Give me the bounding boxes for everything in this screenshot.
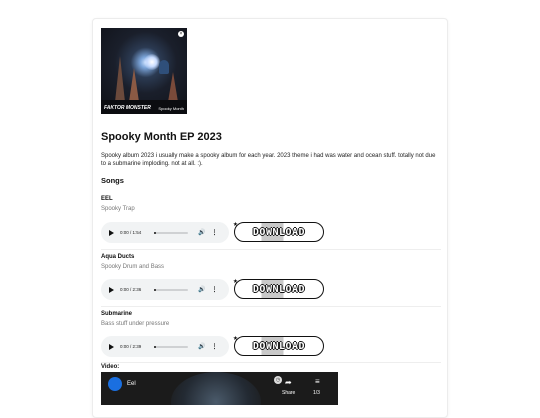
seek-progress bbox=[154, 231, 156, 234]
player-time: 0:00 / 2:36 bbox=[120, 287, 142, 292]
video-thumbnail bbox=[171, 372, 261, 405]
divider bbox=[101, 362, 441, 363]
play-icon[interactable] bbox=[109, 286, 114, 293]
cover-spike bbox=[129, 68, 139, 102]
divider bbox=[101, 306, 441, 307]
cover-spike bbox=[168, 72, 178, 102]
share-label[interactable]: Share bbox=[282, 390, 295, 396]
star-icon: ★ bbox=[233, 219, 239, 228]
volume-icon[interactable]: 🔊 bbox=[198, 343, 205, 350]
share-icon[interactable]: ➦ bbox=[285, 378, 292, 387]
download-label: DOWNLOAD bbox=[252, 283, 306, 295]
seek-slider[interactable] bbox=[154, 231, 188, 234]
channel-avatar[interactable] bbox=[108, 377, 122, 391]
download-button[interactable]: ★ DOWNLOAD bbox=[233, 333, 324, 356]
volume-icon[interactable]: 🔊 bbox=[198, 229, 205, 236]
volume-icon[interactable]: 🔊 bbox=[198, 286, 205, 293]
song-title: Submarine bbox=[101, 311, 133, 317]
seek-progress bbox=[154, 345, 156, 348]
divider bbox=[101, 249, 441, 250]
seek-progress bbox=[154, 288, 156, 291]
song-title: Aqua Ducts bbox=[101, 254, 135, 260]
song-title: EEL bbox=[101, 196, 113, 202]
cover-figure bbox=[159, 60, 169, 74]
download-label: DOWNLOAD bbox=[252, 226, 306, 238]
clock-icon[interactable]: ◷ bbox=[274, 376, 282, 384]
seek-slider[interactable] bbox=[154, 345, 188, 348]
more-vert-icon[interactable]: ⋮ bbox=[211, 229, 217, 236]
album-description: Spooky album 2023 i usually make a spook… bbox=[101, 153, 436, 167]
video-label: Video: bbox=[101, 364, 120, 370]
song-genre: Spooky Drum and Bass bbox=[101, 264, 165, 270]
more-vert-icon[interactable]: ⋮ bbox=[211, 286, 217, 293]
play-icon[interactable] bbox=[109, 343, 114, 350]
cover-brand-right: Spooky Month bbox=[158, 106, 184, 111]
video-embed[interactable]: Eel ◷ ➦ Share ≡ 1/3 bbox=[101, 372, 338, 405]
download-button[interactable]: ★ DOWNLOAD bbox=[233, 219, 324, 242]
album-cover-image: FAKTOR MONSTER Spooky Month × bbox=[101, 28, 187, 114]
star-icon: ★ bbox=[233, 333, 239, 342]
download-label: DOWNLOAD bbox=[252, 340, 306, 352]
play-icon[interactable] bbox=[109, 229, 114, 236]
cover-brand-left: FAKTOR MONSTER bbox=[104, 105, 151, 111]
playlist-icon[interactable]: ≡ bbox=[315, 377, 320, 386]
album-title: Spooky Month EP 2023 bbox=[101, 131, 222, 143]
audio-player[interactable]: 0:00 / 2:39 🔊 ⋮ bbox=[101, 336, 229, 357]
more-vert-icon[interactable]: ⋮ bbox=[211, 343, 217, 350]
audio-player[interactable]: 0:00 / 1:54 🔊 ⋮ bbox=[101, 222, 229, 243]
song-genre: Spooky Trap bbox=[101, 206, 135, 212]
cover-spike bbox=[115, 56, 125, 102]
cover-glow bbox=[144, 54, 160, 70]
close-icon[interactable]: × bbox=[178, 31, 184, 37]
download-button[interactable]: ★ DOWNLOAD bbox=[233, 276, 324, 299]
player-time: 0:00 / 1:54 bbox=[120, 230, 142, 235]
song-genre: Bass stuff under pressure bbox=[101, 321, 170, 327]
audio-player[interactable]: 0:00 / 2:36 🔊 ⋮ bbox=[101, 279, 229, 300]
songs-heading: Songs bbox=[101, 176, 124, 185]
video-title[interactable]: Eel bbox=[127, 381, 136, 387]
seek-slider[interactable] bbox=[154, 288, 188, 291]
playlist-count: 1/3 bbox=[313, 390, 320, 396]
star-icon: ★ bbox=[233, 276, 239, 285]
player-time: 0:00 / 2:39 bbox=[120, 344, 142, 349]
